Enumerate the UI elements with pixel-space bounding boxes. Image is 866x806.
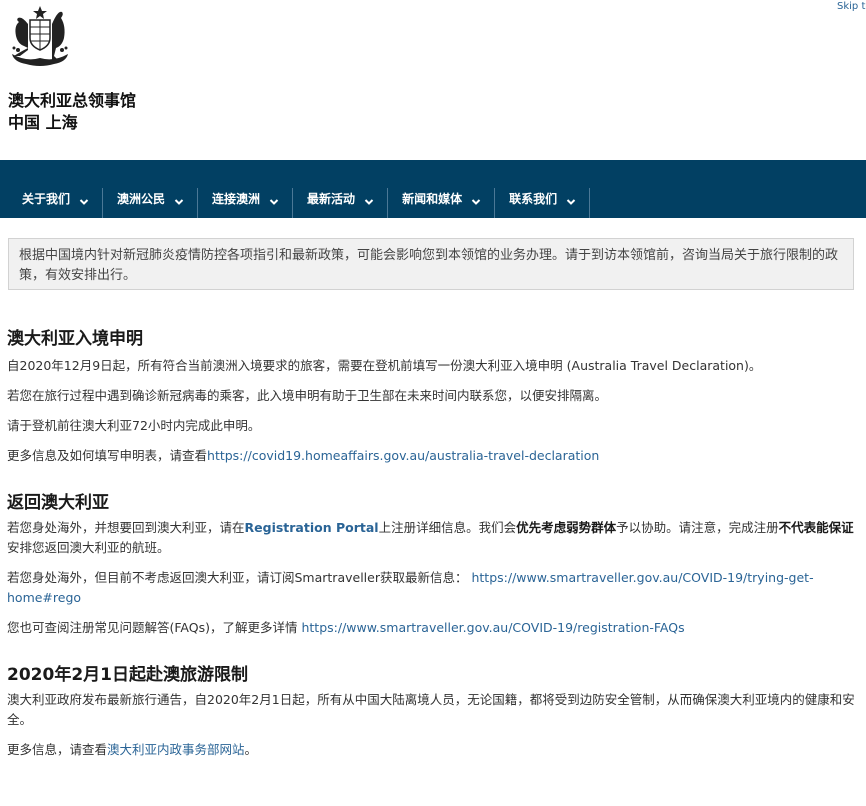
paragraph-text: 上注册详细信息。我们会 — [378, 520, 517, 535]
paragraph-text: 若您身处海外，并想要回到澳大利亚，请在 — [7, 520, 245, 535]
paragraph-text: 您也可查阅注册常见问题解答(FAQs)，了解更多详情 — [7, 620, 298, 635]
paragraph: 若您在旅行过程中遇到确诊新冠病毒的乘客，此入境申明有助于卫生部在未来时间内联系您… — [7, 388, 608, 403]
section-return-to-australia: 返回澳大利亚 若您身处海外，并想要回到澳大利亚，请在Registration P… — [7, 490, 857, 638]
coat-of-arms-icon[interactable] — [6, 4, 74, 68]
site-title[interactable]: 澳大利亚总领事馆 中国 上海 — [8, 90, 136, 134]
chevron-down-icon — [174, 199, 184, 205]
chevron-down-icon — [566, 199, 576, 205]
home-affairs-link[interactable]: 澳大利亚内政事务部网站 — [107, 742, 245, 757]
nav-item-australian-citizens[interactable]: 澳洲公民 — [103, 160, 199, 218]
paragraph-text: 。 — [244, 742, 258, 757]
paragraph: 您也可查阅注册常见问题解答(FAQs)，了解更多详情 https://www.s… — [7, 618, 857, 638]
nav-divider — [589, 188, 591, 218]
nav-item-label: 连接澳洲 — [212, 192, 261, 206]
paragraph-text: 更多信息，请查看 — [7, 742, 108, 757]
section-heading: 澳大利亚入境申明 — [7, 329, 143, 349]
notice-text: 根据中国境内针对新冠肺炎疫情防控各项指引和最新政策，可能会影响您到本领馆的业务办… — [19, 248, 839, 283]
paragraph-text: 予以协助。请注意，完成注册 — [616, 520, 779, 535]
paragraph: 更多信息及如何填写申明表，请查看https://covid19.homeaffa… — [7, 446, 857, 466]
main-navigation: 关于我们 澳洲公民 连接澳洲 最新活动 新闻和媒体 联系我们 — [0, 160, 866, 218]
travel-declaration-link[interactable]: https://covid19.homeaffairs.gov.au/austr… — [207, 448, 599, 463]
main-content: 澳大利亚入境申明 自2020年12月9日起，所有符合当前澳洲入境要求的旅客，需要… — [7, 326, 857, 770]
registration-portal-link[interactable]: Registration Portal — [245, 520, 379, 535]
emphasis-text: 不代表能保证 — [778, 520, 854, 535]
paragraph-text: 安排您返回澳大利亚的航班。 — [7, 540, 170, 555]
registration-faqs-link[interactable]: https://www.smartraveller.gov.au/COVID-1… — [301, 620, 684, 635]
site-title-line2: 中国 上海 — [8, 113, 78, 132]
chevron-down-icon — [471, 199, 481, 205]
nav-item-contact-us[interactable]: 联系我们 — [495, 160, 591, 218]
paragraph: 澳大利亚政府发布最新旅行通告，自2020年2月1日起，所有从中国大陆离境人员，无… — [7, 692, 855, 727]
nav-item-latest-events[interactable]: 最新活动 — [293, 160, 389, 218]
section-heading: 返回澳大利亚 — [7, 493, 109, 513]
emphasis-text: 优先考虑弱势群体 — [516, 520, 617, 535]
section-travel-declaration: 澳大利亚入境申明 自2020年12月9日起，所有符合当前澳洲入境要求的旅客，需要… — [7, 326, 857, 466]
paragraph: 更多信息，请查看澳大利亚内政事务部网站。 — [7, 740, 857, 760]
nav-item-label: 澳洲公民 — [117, 192, 166, 206]
paragraph: 若您身处海外，但目前不考虑返回澳大利亚，请订阅Smartraveller获取最新… — [7, 568, 857, 608]
nav-item-label: 最新活动 — [307, 192, 356, 206]
paragraph-text: 若您身处海外，但目前不考虑返回澳大利亚，请订阅Smartraveller获取最新… — [7, 570, 468, 585]
paragraph: 请于登机前往澳大利亚72小时内完成此申明。 — [7, 418, 261, 433]
nav-item-about-us[interactable]: 关于我们 — [0, 160, 104, 218]
section-heading: 2020年2月1日起赴澳旅游限制 — [7, 665, 248, 685]
nav-item-label: 新闻和媒体 — [402, 192, 463, 206]
nav-item-news-media[interactable]: 新闻和媒体 — [388, 160, 496, 218]
chevron-down-icon — [79, 199, 89, 205]
paragraph: 自2020年12月9日起，所有符合当前澳洲入境要求的旅客，需要在登机前填写一份澳… — [7, 358, 762, 373]
nav-item-label: 联系我们 — [509, 192, 558, 206]
site-title-line1: 澳大利亚总领事馆 — [8, 91, 137, 110]
paragraph: 若您身处海外，并想要回到澳大利亚，请在Registration Portal上注… — [7, 518, 857, 558]
nav-item-connect-australia[interactable]: 连接澳洲 — [198, 160, 294, 218]
section-travel-restriction: 2020年2月1日起赴澳旅游限制 澳大利亚政府发布最新旅行通告，自2020年2月… — [7, 662, 857, 760]
site-header: 澳大利亚总领事馆 中国 上海 — [0, 0, 866, 160]
paragraph-text: 更多信息及如何填写申明表，请查看 — [7, 448, 208, 463]
nav-item-label: 关于我们 — [22, 192, 71, 206]
chevron-down-icon — [269, 199, 279, 205]
covid-notice-box: 根据中国境内针对新冠肺炎疫情防控各项指引和最新政策，可能会影响您到本领馆的业务办… — [8, 238, 854, 290]
chevron-down-icon — [364, 199, 374, 205]
